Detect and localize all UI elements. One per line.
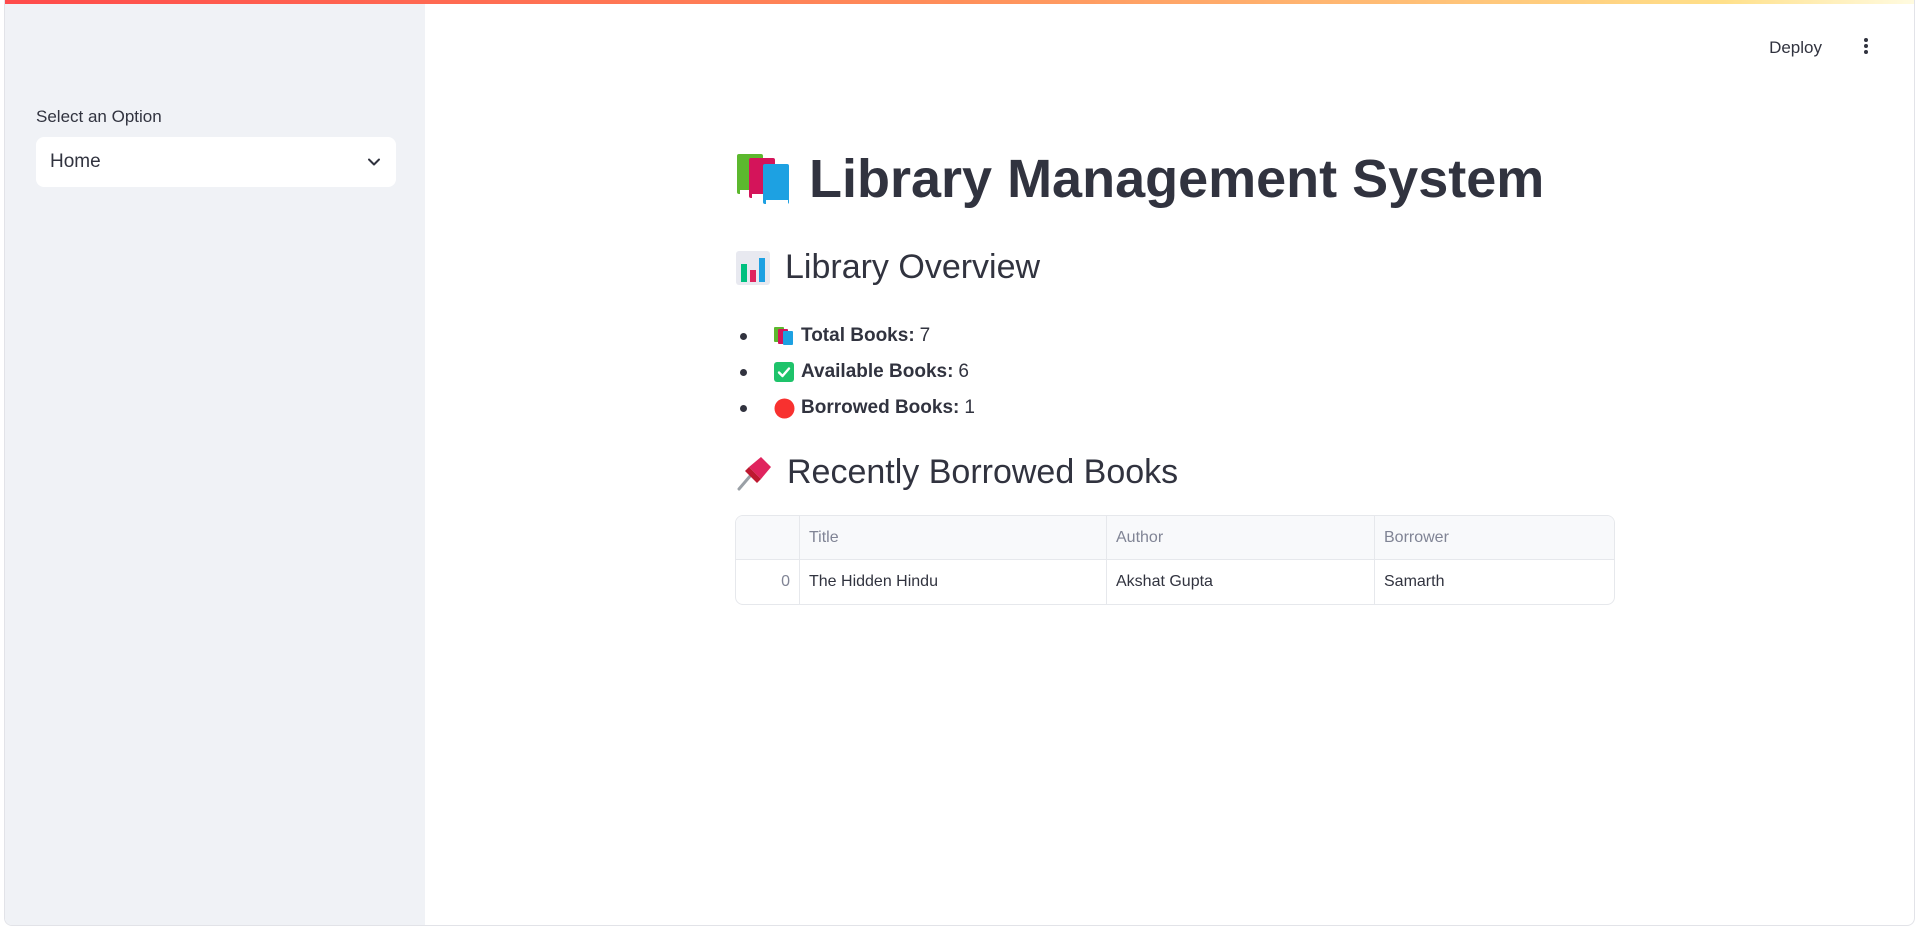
chevron-down-icon [366, 154, 382, 170]
borrowed-books-table[interactable]: Title Author Borrower 0 The Hidden Hindu… [735, 515, 1615, 605]
list-item: Available Books: 6 [735, 354, 975, 390]
table-header-row: Title Author Borrower [736, 516, 1614, 560]
sidebar: Select an Option Home [5, 0, 425, 925]
recent-heading: Recently Borrowed Books [735, 453, 1615, 492]
books-icon [735, 152, 795, 206]
table-row: 0 The Hidden Hindu Akshat Gupta Samarth [736, 560, 1614, 604]
stat-label: Borrowed Books: [801, 397, 960, 418]
bar-chart-icon [735, 250, 771, 286]
stats-list: Total Books: 7 Available Books: 6 Borrow… [735, 318, 975, 426]
red-circle-icon [773, 397, 795, 419]
stat-value: 6 [958, 361, 969, 382]
app-frame: Select an Option Home Deploy Library Man… [4, 0, 1915, 926]
index-header [736, 516, 800, 559]
select-label: Select an Option [36, 107, 162, 126]
bullet-dot [740, 333, 747, 340]
recent-heading-text: Recently Borrowed Books [787, 453, 1179, 491]
title-header[interactable]: Title [800, 516, 1107, 559]
row-index: 0 [736, 560, 800, 604]
select-value: Home [50, 151, 101, 172]
bullet-dot [740, 405, 747, 412]
borrower-cell[interactable]: Samarth [1375, 560, 1614, 604]
page-title: Library Management System [735, 148, 1635, 210]
bullet-dot [740, 369, 747, 376]
overview-heading-text: Library Overview [785, 248, 1041, 286]
stat-label: Available Books: [801, 361, 954, 382]
pushpin-icon [735, 455, 773, 491]
overview-heading: Library Overview [735, 248, 1615, 287]
more-vertical-icon [1863, 37, 1869, 60]
stat-value: 1 [964, 397, 975, 418]
stat-value: 7 [919, 325, 931, 346]
top-decoration-bar [5, 0, 1914, 4]
list-item: Total Books: 7 [735, 318, 975, 354]
title-cell[interactable]: The Hidden Hindu [800, 560, 1107, 604]
stat-label: Total Books: [801, 325, 915, 346]
option-select[interactable]: Home [36, 137, 396, 187]
books-icon [773, 325, 795, 347]
header-actions: Deploy [1757, 30, 1914, 66]
main-menu-button[interactable] [1848, 30, 1884, 66]
deploy-button[interactable]: Deploy [1757, 32, 1834, 64]
author-cell[interactable]: Akshat Gupta [1107, 560, 1375, 604]
list-item: Borrowed Books: 1 [735, 390, 975, 426]
page-title-text: Library Management System [809, 149, 1545, 209]
check-mark-icon [773, 361, 795, 383]
author-header[interactable]: Author [1107, 516, 1375, 559]
borrower-header[interactable]: Borrower [1375, 516, 1614, 559]
